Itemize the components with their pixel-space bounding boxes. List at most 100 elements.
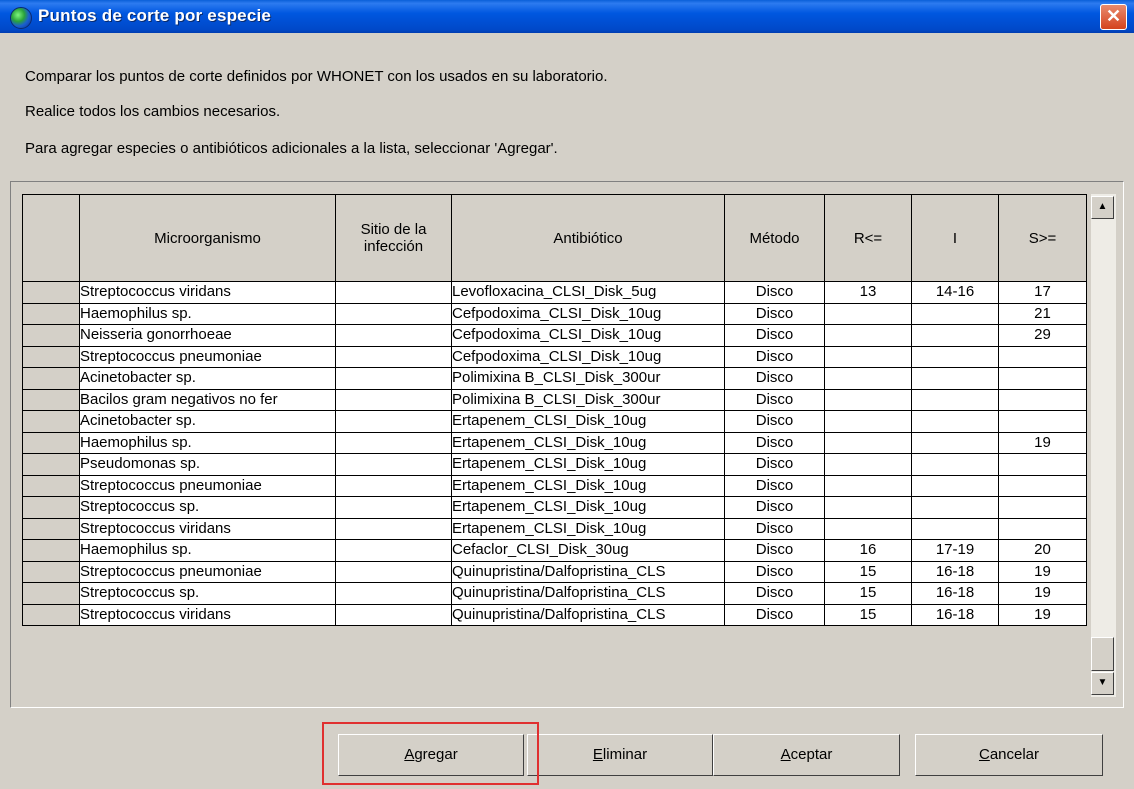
cell-i[interactable] (911, 367, 999, 390)
scroll-thumb[interactable] (1091, 637, 1114, 671)
cell-r[interactable] (824, 474, 912, 497)
cell-method[interactable]: Disco (724, 474, 825, 497)
cancelar-button[interactable]: Cancelar (915, 734, 1103, 776)
cell-antibiotic[interactable]: Cefpodoxima_CLSI_Disk_10ug (451, 345, 725, 368)
table-row[interactable]: Acinetobacter sp. Polimixina B_CLSI_Disk_… (22, 367, 1087, 390)
cell-organism[interactable]: Streptococcus viridans (79, 517, 336, 540)
cell-i[interactable] (911, 517, 999, 540)
table-row[interactable]: Haemophilus sp. Ertapenem_CLSI_Disk_10ug D… (22, 431, 1087, 454)
header-method[interactable]: Método (724, 194, 825, 282)
cell-organism[interactable]: Streptococcus sp. (79, 496, 336, 519)
cell-r[interactable] (824, 302, 912, 325)
cell-method[interactable]: Disco (724, 517, 825, 540)
cell-r[interactable]: 15 (824, 560, 912, 583)
cell-site[interactable] (335, 453, 452, 476)
cell-antibiotic[interactable]: Ertapenem_CLSI_Disk_10ug (451, 410, 725, 433)
cell-method[interactable]: Disco (724, 367, 825, 390)
eliminar-button[interactable]: Eliminar (527, 734, 713, 776)
cell-i[interactable]: 16-18 (911, 582, 999, 605)
cell-antibiotic[interactable]: Ertapenem_CLSI_Disk_10ug (451, 517, 725, 540)
cell-i[interactable] (911, 410, 999, 433)
cell-antibiotic[interactable]: Quinupristina/Dalfopristina_CLS (451, 603, 725, 626)
row-selector[interactable] (22, 345, 80, 368)
cell-r[interactable]: 13 (824, 281, 912, 304)
cell-method[interactable]: Disco (724, 496, 825, 519)
vertical-scrollbar[interactable]: ▲ ▼ (1091, 194, 1116, 697)
scroll-up-button[interactable]: ▲ (1091, 196, 1114, 219)
close-button[interactable]: ✕ (1100, 4, 1127, 30)
cell-site[interactable] (335, 367, 452, 390)
cell-s[interactable]: 17 (998, 281, 1087, 304)
table-row[interactable]: Streptococcus sp. Ertapenem_CLSI_Disk_10u… (22, 496, 1087, 519)
cell-r[interactable] (824, 517, 912, 540)
cell-site[interactable] (335, 431, 452, 454)
header-s[interactable]: S>= (998, 194, 1087, 282)
header-organism[interactable]: Microorganismo (79, 194, 336, 282)
cell-organism[interactable]: Streptococcus pneumoniae (79, 474, 336, 497)
row-selector[interactable] (22, 474, 80, 497)
row-selector[interactable] (22, 431, 80, 454)
cell-r[interactable]: 16 (824, 539, 912, 562)
cell-antibiotic[interactable]: Ertapenem_CLSI_Disk_10ug (451, 431, 725, 454)
header-i[interactable]: I (911, 194, 999, 282)
cell-r[interactable] (824, 431, 912, 454)
cell-organism[interactable]: Streptococcus viridans (79, 603, 336, 626)
header-antibiotic[interactable]: Antibiótico (451, 194, 725, 282)
cell-site[interactable] (335, 560, 452, 583)
table-row[interactable]: Streptococcus viridans Quinupristina/Dalf… (22, 603, 1087, 626)
cell-s[interactable] (998, 517, 1087, 540)
table-row[interactable]: Neisseria gonorrhoeae Cefpodoxima_CLSI_Di… (22, 324, 1087, 347)
cell-site[interactable] (335, 324, 452, 347)
header-r[interactable]: R<= (824, 194, 912, 282)
cell-i[interactable]: 14-16 (911, 281, 999, 304)
cell-s[interactable]: 21 (998, 302, 1087, 325)
cell-r[interactable] (824, 496, 912, 519)
cell-site[interactable] (335, 539, 452, 562)
cell-antibiotic[interactable]: Polimixina B_CLSI_Disk_300ur (451, 388, 725, 411)
cell-antibiotic[interactable]: Ertapenem_CLSI_Disk_10ug (451, 474, 725, 497)
cell-method[interactable]: Disco (724, 431, 825, 454)
cell-r[interactable]: 15 (824, 582, 912, 605)
table-row[interactable]: Streptococcus viridans Levofloxacina_CLSI… (22, 281, 1087, 304)
cell-method[interactable]: Disco (724, 582, 825, 605)
cell-r[interactable] (824, 388, 912, 411)
cell-antibiotic[interactable]: Ertapenem_CLSI_Disk_10ug (451, 453, 725, 476)
table-row[interactable]: Streptococcus viridans Ertapenem_CLSI_Dis… (22, 517, 1087, 540)
table-row[interactable]: Haemophilus sp. Cefaclor_CLSI_Disk_30ug Di… (22, 539, 1087, 562)
cell-site[interactable] (335, 517, 452, 540)
row-selector[interactable] (22, 517, 80, 540)
cell-i[interactable] (911, 302, 999, 325)
cell-method[interactable]: Disco (724, 345, 825, 368)
cell-antibiotic[interactable]: Ertapenem_CLSI_Disk_10ug (451, 496, 725, 519)
cell-organism[interactable]: Acinetobacter sp. (79, 410, 336, 433)
row-selector[interactable] (22, 453, 80, 476)
row-selector[interactable] (22, 324, 80, 347)
table-row[interactable]: Streptococcus pneumoniae Cefpodoxima_CLSI… (22, 345, 1087, 368)
cell-organism[interactable]: Haemophilus sp. (79, 302, 336, 325)
cell-i[interactable] (911, 453, 999, 476)
row-selector-header[interactable] (22, 194, 80, 282)
table-row[interactable]: Pseudomonas sp. Ertapenem_CLSI_Disk_10ug D… (22, 453, 1087, 476)
cell-s[interactable] (998, 345, 1087, 368)
table-row[interactable]: Haemophilus sp. Cefpodoxima_CLSI_Disk_10u… (22, 302, 1087, 325)
cell-organism[interactable]: Streptococcus pneumoniae (79, 345, 336, 368)
cell-site[interactable] (335, 345, 452, 368)
cell-i[interactable] (911, 474, 999, 497)
row-selector[interactable] (22, 560, 80, 583)
cell-r[interactable] (824, 324, 912, 347)
cell-s[interactable]: 19 (998, 582, 1087, 605)
aceptar-button[interactable]: Aceptar (713, 734, 900, 776)
cell-antibiotic[interactable]: Cefaclor_CLSI_Disk_30ug (451, 539, 725, 562)
cell-i[interactable]: 16-18 (911, 603, 999, 626)
cell-organism[interactable]: Haemophilus sp. (79, 539, 336, 562)
cell-r[interactable] (824, 410, 912, 433)
cell-organism[interactable]: Pseudomonas sp. (79, 453, 336, 476)
cell-i[interactable]: 17-19 (911, 539, 999, 562)
cell-i[interactable] (911, 324, 999, 347)
row-selector[interactable] (22, 388, 80, 411)
cell-site[interactable] (335, 603, 452, 626)
cell-antibiotic[interactable]: Polimixina B_CLSI_Disk_300ur (451, 367, 725, 390)
row-selector[interactable] (22, 539, 80, 562)
row-selector[interactable] (22, 367, 80, 390)
cell-i[interactable] (911, 388, 999, 411)
